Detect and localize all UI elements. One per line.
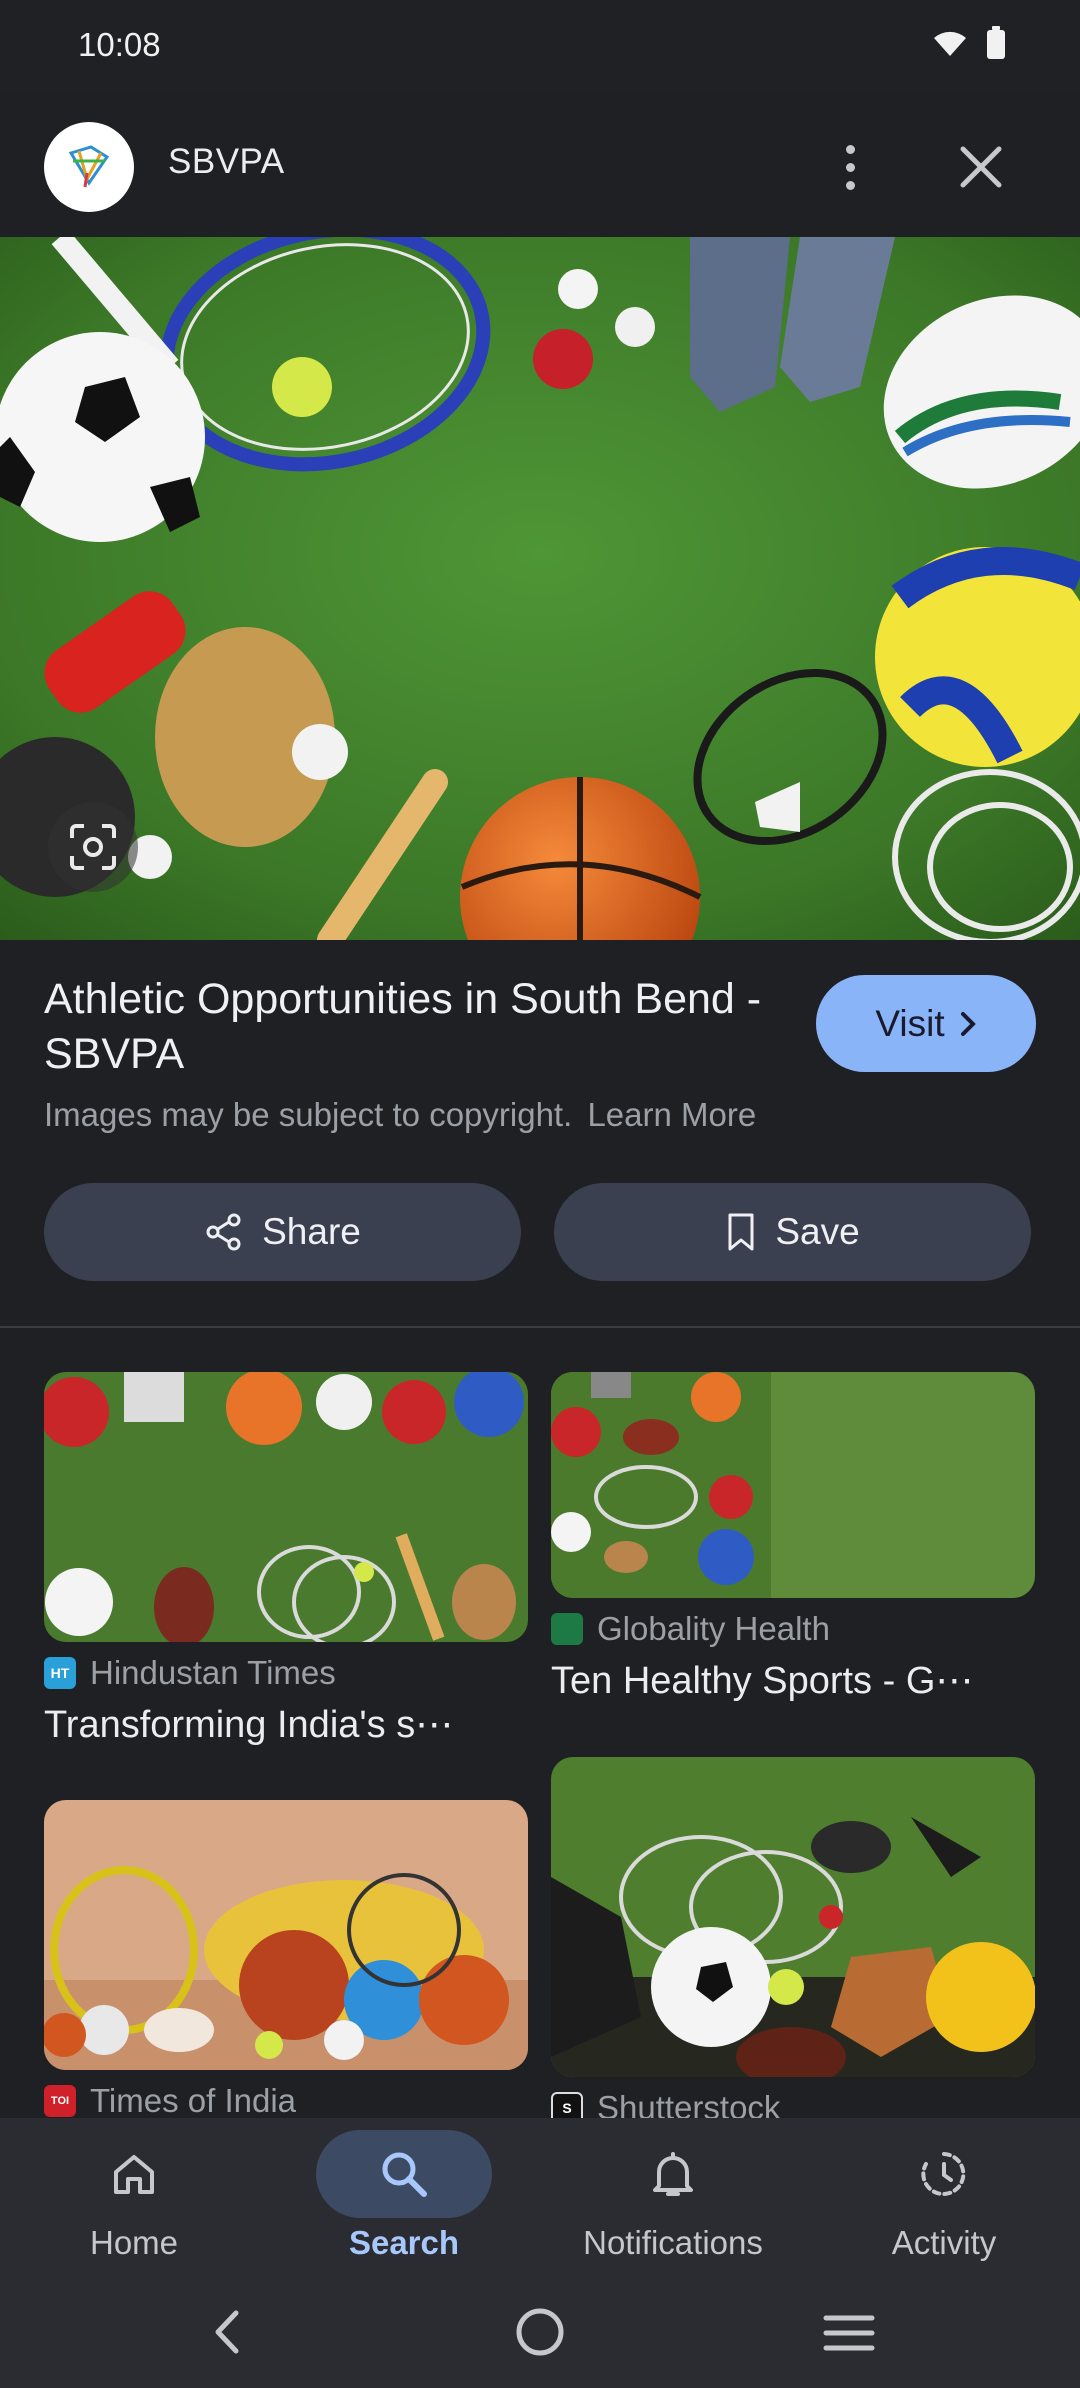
sports-balls-thumbnail	[44, 1800, 528, 2070]
learn-more-link[interactable]: Learn More	[587, 1096, 756, 1133]
share-button[interactable]: Share	[44, 1183, 521, 1281]
sports-equipment-thumbnail	[551, 1372, 1035, 1598]
card-source: TOI Times of India	[44, 2082, 528, 2120]
nav-icon-container	[856, 2130, 1032, 2218]
related-image[interactable]	[551, 1757, 1035, 2077]
related-image[interactable]	[44, 1800, 528, 2070]
lens-icon	[70, 824, 116, 870]
more-dot-icon	[845, 180, 855, 190]
wifi-icon	[934, 31, 966, 56]
related-card[interactable]: HT Hindustan Times Transforming India's …	[44, 1372, 528, 1747]
hero-image[interactable]	[0, 237, 1080, 940]
sports-equipment-thumbnail	[551, 1757, 1035, 2077]
save-label: Save	[775, 1211, 860, 1252]
save-button[interactable]: Save	[554, 1183, 1031, 1281]
source-name: Hindustan Times	[90, 1654, 336, 1691]
sports-equipment-thumbnail	[44, 1372, 528, 1642]
card-source: Globality Health	[551, 1610, 1035, 1648]
system-navigation-bar	[0, 2273, 1080, 2388]
nav-icon-container	[585, 2130, 761, 2218]
more-dot-icon	[845, 144, 855, 154]
nav-icon-container	[46, 2130, 222, 2218]
lens-button[interactable]	[48, 802, 138, 892]
home-icon	[114, 2155, 154, 2194]
hindustan-times-icon: HT	[44, 1657, 76, 1689]
home-circle-icon[interactable]	[514, 2306, 566, 2358]
sports-equipment-image	[0, 237, 1080, 940]
nav-label: Home	[89, 2224, 179, 2261]
related-image[interactable]	[44, 1372, 528, 1642]
globality-health-icon	[551, 1613, 583, 1645]
related-card[interactable]: Globality Health Ten Healthy Sports - G⋯	[551, 1372, 1035, 1703]
card-title[interactable]: Ten Healthy Sports - G⋯	[551, 1658, 1035, 1703]
share-icon	[206, 1213, 241, 1251]
nav-label: Activity	[891, 2224, 997, 2261]
nav-home[interactable]: Home	[19, 2118, 249, 2273]
status-icons	[932, 26, 1006, 60]
divider	[0, 1326, 1080, 1328]
card-source: HT Hindustan Times	[44, 1654, 528, 1692]
viewer-header: SBVPA	[0, 92, 1080, 237]
source-name: Times of India	[90, 2082, 297, 2119]
visit-button[interactable]: Visit	[816, 975, 1036, 1072]
recents-menu-icon[interactable]	[822, 2311, 876, 2355]
bookmark-icon	[728, 1213, 754, 1251]
copyright-text: Images may be subject to copyright.	[44, 1096, 573, 1133]
related-card[interactable]: TOI Times of India	[44, 1800, 528, 2120]
times-of-india-icon: TOI	[44, 2085, 76, 2117]
more-dot-icon	[845, 162, 855, 172]
source-name: Globality Health	[597, 1610, 830, 1647]
related-image[interactable]	[551, 1372, 1035, 1598]
result-title[interactable]: Athletic Opportunities in South Bend - S…	[44, 972, 764, 1082]
card-title[interactable]: Transforming India's s⋯	[44, 1702, 528, 1747]
status-time: 10:08	[78, 26, 161, 63]
status-bar: 10:08	[0, 0, 1080, 92]
site-name[interactable]: SBVPA	[168, 142, 285, 182]
nav-notifications[interactable]: Notifications	[558, 2118, 788, 2273]
nav-activity[interactable]: Activity	[829, 2118, 1059, 2273]
close-icon[interactable]	[950, 132, 1012, 202]
nav-icon-container	[316, 2130, 492, 2218]
search-icon	[382, 2152, 427, 2197]
nav-search[interactable]: Search	[289, 2118, 519, 2273]
back-icon[interactable]	[208, 2307, 248, 2357]
bell-icon	[653, 2152, 693, 2196]
bottom-navigation: Home Search Notifications Activity	[0, 2118, 1080, 2273]
battery-icon	[987, 26, 1005, 59]
activity-icon	[921, 2152, 966, 2196]
nav-label: Notifications	[583, 2224, 763, 2261]
sbvpa-logo-icon	[68, 145, 110, 188]
share-label: Share	[262, 1211, 361, 1252]
more-options-button[interactable]	[820, 132, 880, 202]
chevron-right-icon	[960, 1011, 976, 1036]
related-card[interactable]: S Shutterstock	[551, 1757, 1035, 2127]
visit-label: Visit	[875, 1002, 945, 1044]
copyright-notice: Images may be subject to copyright. Lear…	[44, 1096, 756, 1134]
nav-label: Search	[348, 2224, 460, 2261]
site-logo[interactable]	[44, 122, 134, 212]
